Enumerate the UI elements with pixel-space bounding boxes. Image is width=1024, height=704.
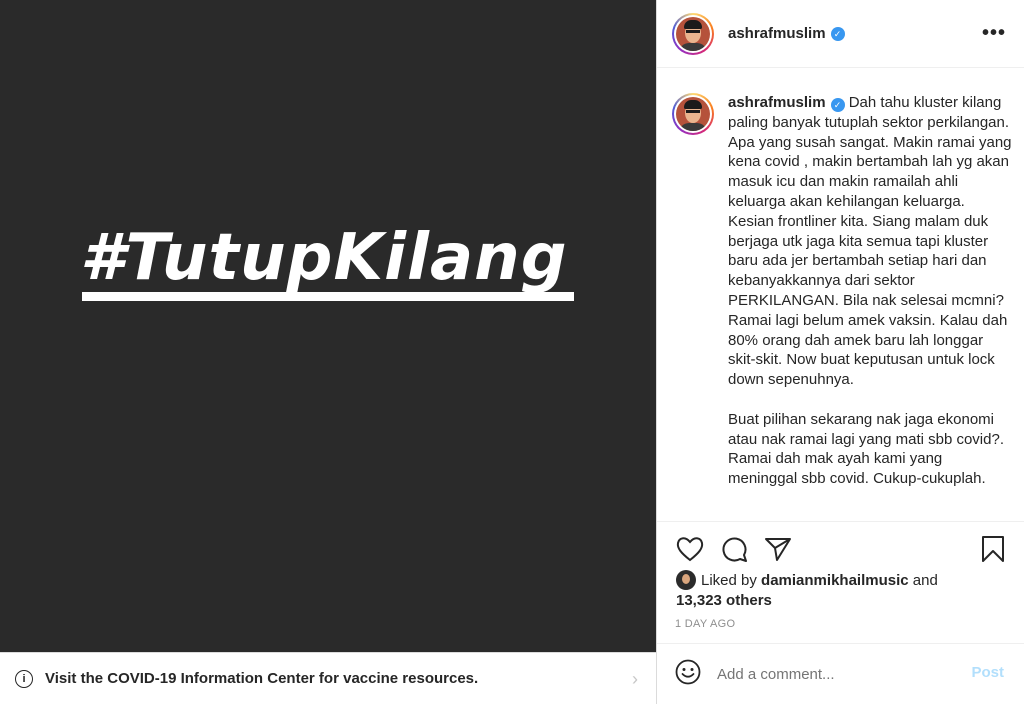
chevron-right-icon: › bbox=[632, 669, 638, 689]
action-icons bbox=[675, 534, 1008, 564]
post-comment-button[interactable]: Post bbox=[971, 664, 1004, 681]
hashtag-graphic: #TutupKilang bbox=[80, 221, 574, 301]
caption-verified-badge-icon: ✓ bbox=[830, 98, 845, 112]
liker-username[interactable]: damianmikhailmusic bbox=[761, 572, 909, 589]
caption-body: ashrafmuslim ✓ Dah tahu kluster kilang pa… bbox=[728, 93, 1012, 489]
caption-avatar[interactable] bbox=[672, 93, 714, 135]
comment-icon[interactable] bbox=[719, 534, 749, 564]
liker-avatar[interactable] bbox=[676, 570, 696, 590]
post-sidebar: ashrafmuslim ✓ ••• ashrafmuslim ✓ Dah tah… bbox=[656, 0, 1024, 704]
more-options-icon[interactable]: ••• bbox=[982, 22, 1006, 45]
caption-username[interactable]: ashrafmuslim bbox=[728, 94, 826, 111]
likes-others[interactable]: 13,323 others bbox=[676, 592, 772, 609]
caption: ashrafmuslim ✓ Dah tahu kluster kilang pa… bbox=[672, 93, 1012, 489]
heart-icon[interactable] bbox=[675, 534, 705, 564]
author-username[interactable]: ashrafmuslim bbox=[728, 25, 826, 42]
caption-paragraph-2: Buat pilihan sekarang nak jaga ekonomi a… bbox=[728, 410, 1004, 488]
covid-banner-text: Visit the COVID-19 Information Center fo… bbox=[45, 670, 479, 687]
post-image[interactable]: #TutupKilang bbox=[0, 0, 656, 652]
caption-area[interactable]: ashrafmuslim ✓ Dah tahu kluster kilang pa… bbox=[657, 69, 1024, 521]
likes-summary: Liked by damianmikhailmusic and 13,323 o… bbox=[676, 570, 1016, 611]
post-header: ashrafmuslim ✓ ••• bbox=[657, 0, 1024, 68]
avatar[interactable] bbox=[672, 12, 714, 55]
info-icon: i bbox=[15, 669, 33, 688]
post-timestamp[interactable]: 1 DAY AGO bbox=[675, 618, 735, 630]
caption-paragraph-1: Dah tahu kluster kilang paling banyak tu… bbox=[728, 94, 1012, 389]
post-actions: Liked by damianmikhailmusic and 13,323 o… bbox=[657, 521, 1024, 704]
share-icon[interactable] bbox=[763, 534, 793, 564]
comment-bar: Post bbox=[657, 643, 1024, 704]
verified-badge-icon: ✓ bbox=[830, 26, 845, 41]
emoji-icon[interactable] bbox=[675, 659, 701, 690]
comment-input[interactable] bbox=[717, 666, 947, 683]
and-label: and bbox=[912, 572, 938, 589]
covid-info-banner[interactable]: i Visit the COVID-19 Information Center … bbox=[0, 652, 656, 704]
hashtag-text: #TutupKilang bbox=[80, 221, 568, 295]
liked-by-label: Liked by bbox=[701, 572, 757, 589]
bookmark-icon[interactable] bbox=[978, 534, 1008, 564]
hashtag-underline bbox=[82, 292, 574, 301]
